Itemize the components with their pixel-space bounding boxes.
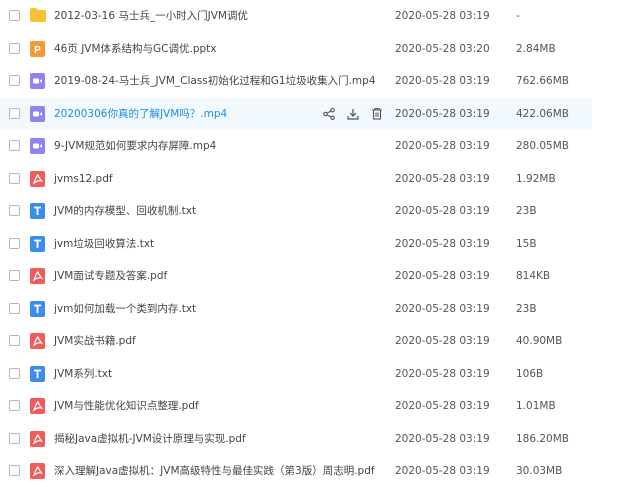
file-row[interactable]: JVM的内存模型、回收机制.txt 2020-05-28 03:19 23B bbox=[0, 195, 640, 227]
share-icon[interactable] bbox=[322, 106, 336, 122]
file-name[interactable]: 20200306你真的了解JVM吗？.mp4 bbox=[54, 98, 227, 130]
modified-date: 2020-05-28 03:19 bbox=[395, 465, 490, 477]
file-row[interactable]: 2019-08-24-马士兵_JVM_Class初始化过程和G1垃圾收集入门.m… bbox=[0, 65, 640, 97]
delete-icon[interactable] bbox=[370, 106, 384, 122]
row-checkbox[interactable] bbox=[9, 107, 20, 119]
file-size: 186.20MB bbox=[516, 432, 570, 445]
txt-file-icon bbox=[30, 235, 45, 252]
file-name[interactable]: JVM实战书籍.pdf bbox=[54, 325, 136, 357]
modified-date: 2020-05-28 03:19 bbox=[395, 205, 490, 217]
pdf-file-icon bbox=[30, 268, 45, 284]
file-size: 280.05MB bbox=[516, 140, 570, 152]
file-size: 2.84MB bbox=[516, 42, 556, 55]
row-checkbox[interactable] bbox=[9, 302, 20, 314]
file-name[interactable]: jvms12.pdf bbox=[54, 163, 113, 195]
file-row[interactable]: JVM面试专题及答案.pdf 2020-05-28 03:19 814KB bbox=[0, 260, 640, 292]
file-size: 814KB bbox=[516, 270, 551, 282]
txt-file-icon bbox=[30, 203, 45, 219]
file-size: - bbox=[516, 10, 520, 22]
modified-date: 2020-05-28 03:19 bbox=[395, 270, 490, 282]
modified-date: 2020-05-28 03:20 bbox=[395, 42, 490, 55]
file-row[interactable]: JVM系列.txt 2020-05-28 03:19 106B bbox=[0, 358, 640, 390]
svg-text:P: P bbox=[34, 45, 41, 56]
file-name[interactable]: JVM系列.txt bbox=[54, 358, 112, 390]
modified-date: 2020-05-28 03:19 bbox=[395, 10, 490, 22]
file-name[interactable]: 2012-03-16 马士兵_一小时入门JVM调优 bbox=[54, 0, 248, 32]
file-size: 422.06MB bbox=[516, 107, 570, 120]
pptx-file-icon: P bbox=[30, 40, 45, 57]
file-row[interactable]: 20200306你真的了解JVM吗？.mp4 2020-05-28 03:19 42… bbox=[0, 97, 592, 130]
file-row[interactable]: 深入理解Java虚拟机：JVM高级特性与最佳实践（第3版）周志明.pdf 2020… bbox=[0, 455, 640, 487]
row-checkbox[interactable] bbox=[9, 270, 20, 281]
row-checkbox[interactable] bbox=[9, 400, 20, 411]
modified-date: 2020-05-28 03:19 bbox=[395, 237, 490, 250]
modified-date: 2020-05-28 03:19 bbox=[395, 367, 490, 380]
file-size: 1.01MB bbox=[516, 400, 556, 412]
pdf-file-icon bbox=[30, 430, 45, 447]
row-checkbox[interactable] bbox=[9, 42, 20, 54]
pdf-file-icon bbox=[30, 170, 45, 187]
file-name[interactable]: jvm如何加载一个类到内存.txt bbox=[54, 293, 196, 325]
row-checkbox[interactable] bbox=[9, 172, 20, 184]
row-checkbox[interactable] bbox=[9, 465, 20, 476]
file-row[interactable]: JVM实战书籍.pdf 2020-05-28 03:19 40.90MB bbox=[0, 325, 640, 357]
file-name[interactable]: 46页 JVM体系结构与GC调优.pptx bbox=[54, 33, 217, 65]
modified-date: 2020-05-28 03:19 bbox=[395, 107, 490, 120]
file-name[interactable]: jvm垃圾回收算法.txt bbox=[54, 228, 154, 260]
row-checkbox[interactable] bbox=[9, 432, 20, 444]
pdf-file-icon bbox=[30, 463, 45, 479]
row-actions bbox=[322, 106, 384, 122]
modified-date: 2020-05-28 03:19 bbox=[395, 140, 490, 152]
txt-file-icon bbox=[30, 300, 45, 317]
file-row[interactable]: 9-JVM规范如何要求内存屏障.mp4 2020-05-28 03:19 280.0… bbox=[0, 130, 640, 162]
video-file-icon bbox=[30, 73, 45, 89]
pdf-file-icon bbox=[30, 333, 45, 349]
file-size: 23B bbox=[516, 302, 537, 315]
file-size: 30.03MB bbox=[516, 465, 563, 477]
modified-date: 2020-05-28 03:19 bbox=[395, 75, 490, 87]
file-name[interactable]: 2019-08-24-马士兵_JVM_Class初始化过程和G1垃圾收集入门.m… bbox=[54, 65, 376, 97]
file-name[interactable]: 9-JVM规范如何要求内存屏障.mp4 bbox=[54, 130, 216, 162]
file-row[interactable]: 揭秘Java虚拟机-JVM设计原理与实现.pdf 2020-05-28 03:19… bbox=[0, 423, 640, 455]
modified-date: 2020-05-28 03:19 bbox=[395, 432, 490, 445]
modified-date: 2020-05-28 03:19 bbox=[395, 335, 490, 347]
file-name[interactable]: 揭秘Java虚拟机-JVM设计原理与实现.pdf bbox=[54, 423, 246, 455]
file-size: 106B bbox=[516, 367, 544, 380]
file-size: 1.92MB bbox=[516, 172, 556, 185]
video-file-icon bbox=[30, 105, 45, 122]
row-checkbox[interactable] bbox=[9, 140, 20, 151]
file-row[interactable]: jvm垃圾回收算法.txt 2020-05-28 03:19 15B bbox=[0, 228, 640, 260]
file-row[interactable]: 2012-03-16 马士兵_一小时入门JVM调优 2020-05-28 03:1… bbox=[0, 0, 640, 32]
file-name[interactable]: JVM与性能优化知识点整理.pdf bbox=[54, 390, 199, 422]
download-icon[interactable] bbox=[346, 106, 360, 122]
row-checkbox[interactable] bbox=[9, 335, 20, 346]
file-row[interactable]: P 46页 JVM体系结构与GC调优.pptx 2020-05-28 03:20 2.… bbox=[0, 33, 640, 65]
modified-date: 2020-05-28 03:19 bbox=[395, 172, 490, 185]
file-size: 15B bbox=[516, 237, 537, 250]
txt-file-icon bbox=[30, 365, 45, 382]
file-name[interactable]: JVM面试专题及答案.pdf bbox=[54, 260, 167, 292]
file-size: 40.90MB bbox=[516, 335, 563, 347]
file-name[interactable]: JVM的内存模型、回收机制.txt bbox=[54, 195, 196, 227]
folder-file-icon bbox=[30, 8, 46, 24]
file-row[interactable]: JVM与性能优化知识点整理.pdf 2020-05-28 03:19 1.01MB bbox=[0, 390, 640, 422]
file-row[interactable]: jvm如何加载一个类到内存.txt 2020-05-28 03:19 23B bbox=[0, 293, 640, 325]
modified-date: 2020-05-28 03:19 bbox=[395, 302, 490, 315]
row-checkbox[interactable] bbox=[9, 10, 20, 21]
file-size: 762.66MB bbox=[516, 75, 570, 87]
row-checkbox[interactable] bbox=[9, 237, 20, 249]
file-row[interactable]: jvms12.pdf 2020-05-28 03:19 1.92MB bbox=[0, 163, 640, 195]
row-checkbox[interactable] bbox=[9, 205, 20, 216]
file-name[interactable]: 深入理解Java虚拟机：JVM高级特性与最佳实践（第3版）周志明.pdf bbox=[54, 455, 375, 487]
file-size: 23B bbox=[516, 205, 537, 217]
row-checkbox[interactable] bbox=[9, 367, 20, 379]
row-checkbox[interactable] bbox=[9, 75, 20, 86]
pdf-file-icon bbox=[30, 398, 45, 414]
modified-date: 2020-05-28 03:19 bbox=[395, 400, 490, 412]
video-file-icon bbox=[30, 138, 45, 154]
file-list: 2012-03-16 马士兵_一小时入门JVM调优 2020-05-28 03:1… bbox=[0, 0, 640, 483]
